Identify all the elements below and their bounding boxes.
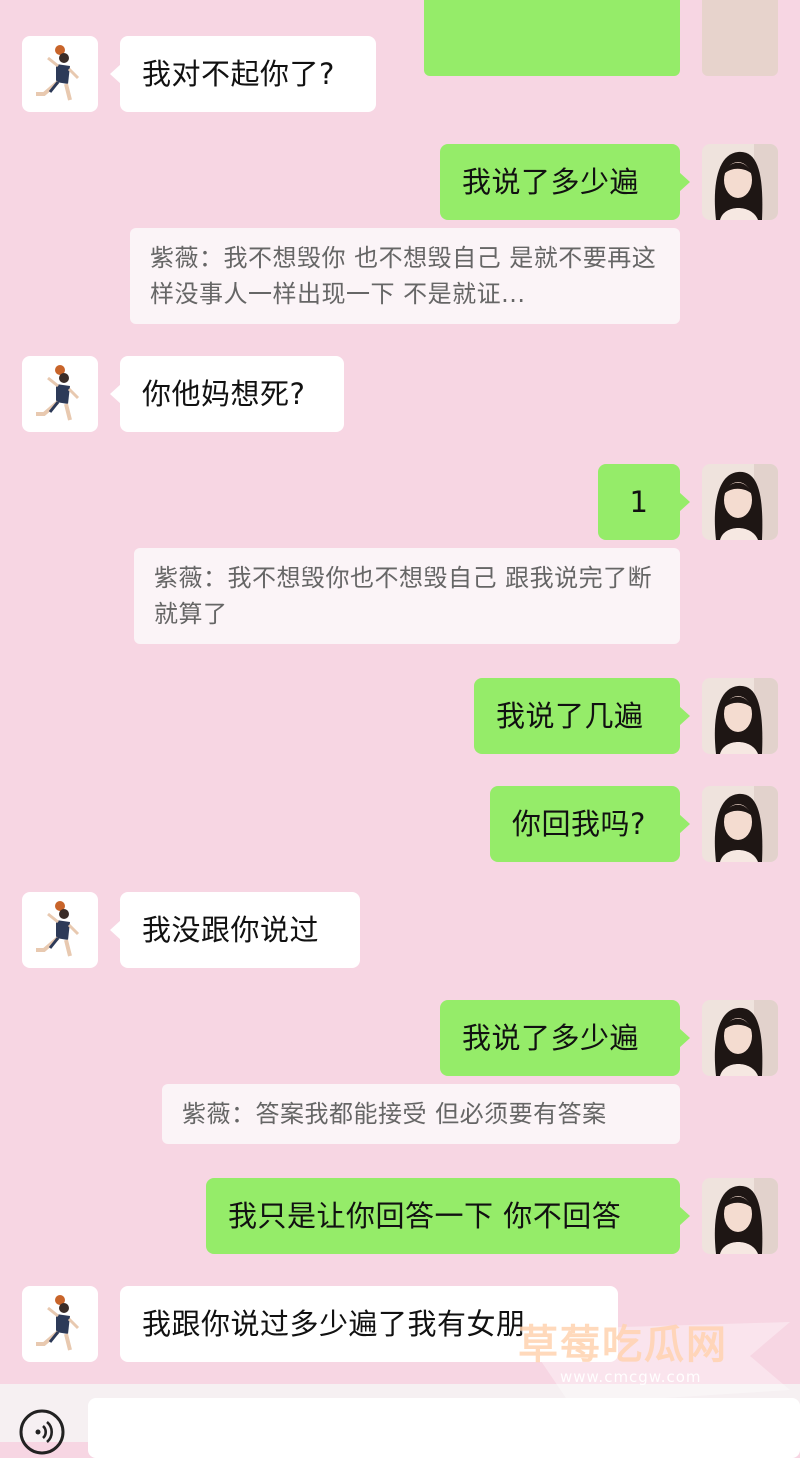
self-avatar[interactable] — [702, 1178, 778, 1254]
outgoing-message[interactable]: 你回我吗? — [490, 786, 690, 862]
outgoing-message[interactable]: 我只是让你回答一下 你不回答 — [206, 1178, 690, 1254]
message-text: 你回我吗? — [512, 807, 646, 841]
basketball-player-avatar-icon — [22, 1286, 98, 1362]
basketball-player-avatar-icon — [22, 36, 98, 112]
incoming-message[interactable]: 你他妈想死? — [110, 356, 344, 432]
quote-text: 紫薇：我不想毁你 也不想毁自己 是就不要再这样没事人一样出现一下 不是就证... — [150, 244, 657, 308]
message-text: 我没跟你说过 — [142, 913, 320, 947]
input-bar — [0, 1384, 800, 1458]
voice-icon[interactable] — [18, 1408, 66, 1456]
sender-avatar[interactable] — [22, 1286, 98, 1362]
woman-portrait-avatar-icon — [702, 678, 778, 754]
message-input[interactable] — [88, 1398, 800, 1458]
message-text: 你他妈想死? — [142, 377, 306, 411]
message-text: 我说了多少遍 — [462, 1021, 640, 1055]
previous-message-bubble[interactable] — [424, 0, 680, 76]
basketball-player-avatar-icon — [22, 892, 98, 968]
quoted-message[interactable]: 紫薇：答案我都能接受 但必须要有答案 — [162, 1084, 680, 1144]
basketball-player-avatar-icon — [22, 356, 98, 432]
outgoing-message[interactable]: 我说了多少遍 — [440, 1000, 690, 1076]
outgoing-message[interactable]: 我说了多少遍 — [440, 144, 690, 220]
sender-avatar[interactable] — [22, 892, 98, 968]
sender-avatar[interactable] — [22, 356, 98, 432]
message-text: 我说了几遍 — [496, 699, 644, 733]
woman-portrait-avatar-icon — [702, 1178, 778, 1254]
outgoing-message[interactable]: 1 — [598, 464, 690, 540]
sender-avatar[interactable] — [22, 36, 98, 112]
self-avatar[interactable] — [702, 464, 778, 540]
incoming-message[interactable]: 我跟你说过多少遍了我有女朋 — [120, 1286, 618, 1362]
woman-portrait-avatar-icon — [702, 464, 778, 540]
incoming-message[interactable]: 我对不起你了? — [110, 36, 376, 112]
self-avatar[interactable] — [702, 786, 778, 862]
quote-text: 紫薇：答案我都能接受 但必须要有答案 — [182, 1100, 607, 1128]
quoted-message[interactable]: 紫薇：我不想毁你 也不想毁自己 是就不要再这样没事人一样出现一下 不是就证... — [130, 228, 680, 324]
self-avatar[interactable] — [702, 678, 778, 754]
woman-portrait-avatar-icon — [702, 786, 778, 862]
message-text: 1 — [629, 485, 649, 519]
incoming-message[interactable]: 我没跟你说过 — [110, 892, 360, 968]
woman-portrait-avatar-icon — [702, 1000, 778, 1076]
message-text: 我说了多少遍 — [462, 165, 640, 199]
self-avatar[interactable] — [702, 144, 778, 220]
previous-self-avatar[interactable] — [702, 0, 778, 76]
quote-text: 紫薇：我不想毁你也不想毁自己 跟我说完了断就算了 — [154, 564, 653, 628]
quoted-message[interactable]: 紫薇：我不想毁你也不想毁自己 跟我说完了断就算了 — [134, 548, 680, 644]
message-text: 我只是让你回答一下 你不回答 — [228, 1199, 622, 1233]
outgoing-message[interactable]: 我说了几遍 — [474, 678, 690, 754]
self-avatar[interactable] — [702, 1000, 778, 1076]
woman-portrait-avatar-icon — [702, 144, 778, 220]
message-text: 我对不起你了? — [142, 57, 335, 91]
message-text: 我跟你说过多少遍了我有女朋 — [142, 1307, 526, 1341]
